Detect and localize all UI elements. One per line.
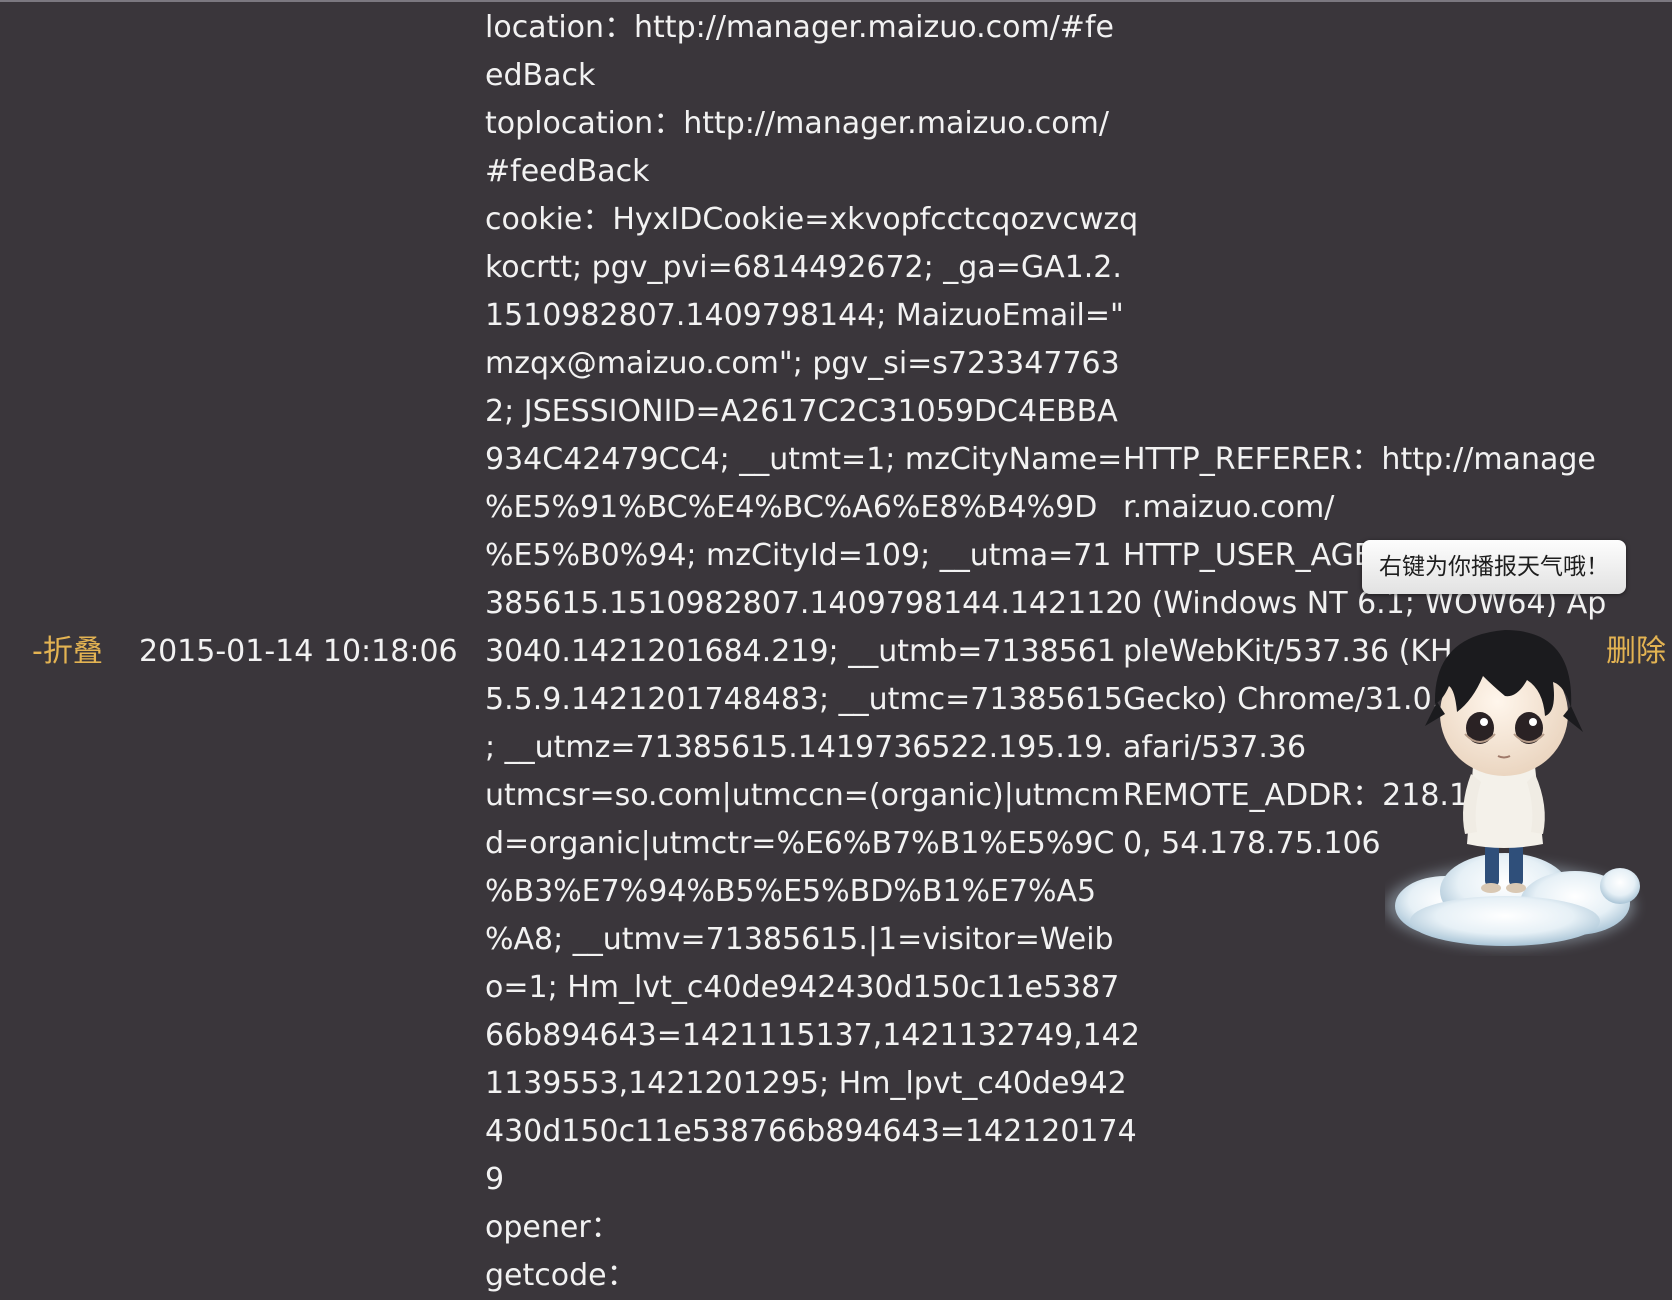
client-info-line: kocrtt; pgv_pvi=6814492672; _ga=GA1.2. <box>485 250 1122 285</box>
client-info-line: %A8; __utmv=71385615.|1=visitor=Weib <box>485 922 1114 957</box>
mascot-widget[interactable] <box>1385 616 1650 956</box>
client-info-line: %B3%E7%94%B5%E5%BD%B1%E7%A5 <box>485 874 1097 909</box>
fold-link[interactable]: -折叠 <box>32 628 103 676</box>
client-info-line: d=organic|utmctr=%E6%B7%B1%E5%9C <box>485 826 1115 861</box>
client-info-line: 9 <box>485 1162 505 1197</box>
client-info-line: 3040.1421201684.219; __utmb=7138561 <box>485 634 1116 669</box>
client-info-line: opener： <box>485 1210 621 1245</box>
client-info-line: o=1; Hm_lvt_c40de942430d150c11e5387 <box>485 970 1120 1005</box>
client-info-line: 1510982807.1409798144; MaizuoEmail=" <box>485 298 1124 333</box>
client-info-line: 1139553,1421201295; Hm_lpvt_c40de942 <box>485 1066 1127 1101</box>
client-info-line: %E5%B0%94; mzCityId=109; __utma=71 <box>485 538 1112 573</box>
server-info-line: r.maizuo.com/ <box>1123 490 1335 525</box>
client-info-line: getcode： <box>485 1258 637 1293</box>
client-info-line: 430d150c11e538766b894643=142120174 <box>485 1114 1137 1149</box>
client-info-line: cookie：HyxIDCookie=xkvopfcctcqozvcwzq <box>485 202 1139 237</box>
client-info-cell: location：http://manager.maizuo.com/#fe e… <box>485 4 1140 1300</box>
mascot-character-icon[interactable] <box>1385 616 1650 956</box>
client-info-line: 66b894643=1421115137,1421132749,142 <box>485 1018 1140 1053</box>
submit-datetime: 2015-01-14 10:18:06 <box>139 634 458 669</box>
client-info-line: ; __utmz=71385615.1419736522.195.19. <box>485 730 1113 765</box>
mascot-speech-bubble: 右键为你播报天气哦！ <box>1362 540 1626 594</box>
client-info-line: 934C42479CC4; __utmt=1; mzCityName= <box>485 442 1123 477</box>
client-info-line: mzqx@maizuo.com"; pgv_si=s723347763 <box>485 346 1120 381</box>
client-info-line: 5.5.9.1421201748483; __utmc=71385615 <box>485 682 1123 717</box>
client-info-line: toplocation：http://manager.maizuo.com/ <box>485 106 1109 141</box>
client-info-line: 2; JSESSIONID=A2617C2C31059DC4EBBA <box>485 394 1118 429</box>
client-info-line: edBack <box>485 58 596 93</box>
client-info-line: #feedBack <box>485 154 650 189</box>
client-info-line: %E5%91%BC%E4%BC%A6%E8%B4%9D <box>485 490 1098 525</box>
client-info-line: location：http://manager.maizuo.com/#fe <box>485 10 1114 45</box>
client-info-line: 385615.1510982807.1409798144.142112 <box>485 586 1125 621</box>
server-info-line: HTTP_REFERER：http://manage <box>1123 442 1596 477</box>
client-info-line: utmcsr=so.com|utmccn=(organic)|utmcm <box>485 778 1120 813</box>
